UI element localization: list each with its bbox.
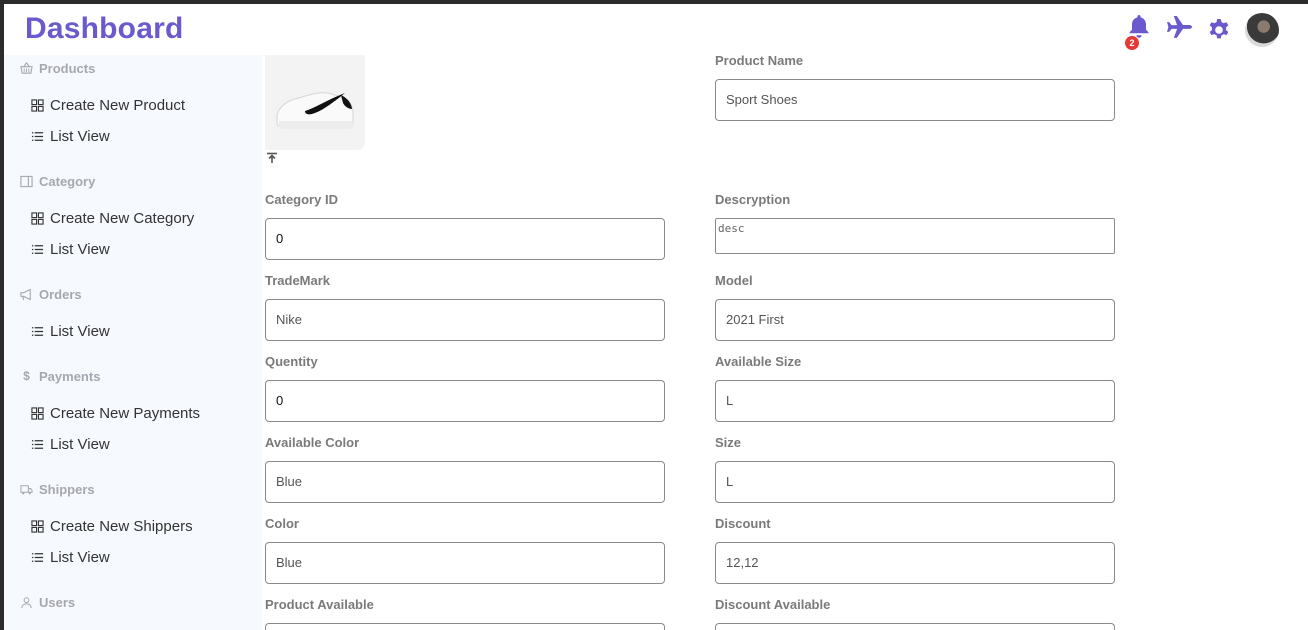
trademark-input[interactable]: Nike [265, 299, 665, 341]
sidebar-item-category-list[interactable]: List View [31, 241, 110, 258]
user-avatar[interactable] [1245, 13, 1279, 47]
sidebar-item-label: Create New Category [50, 210, 195, 227]
sidebar-item-label: List View [50, 323, 110, 340]
product-name-label: Product Name [715, 53, 804, 68]
megaphone-icon [20, 288, 31, 301]
dollar-icon: $ [23, 369, 30, 383]
sidebar-section-label: Shippers [39, 482, 95, 497]
product-available-label: Product Available [265, 597, 374, 612]
list-icon [31, 132, 44, 141]
sidebar-item-payments-list[interactable]: List View [31, 436, 110, 453]
sidebar-section-products[interactable]: Products [20, 61, 95, 76]
category-id-input[interactable]: 0 [265, 218, 665, 260]
sidebar-item-label: List View [50, 128, 110, 145]
sidebar-section-label: Users [39, 595, 76, 610]
list-icon [31, 245, 44, 254]
available-color-label: Available Color [265, 435, 360, 450]
sidebar-item-label: Create New Payments [50, 405, 201, 422]
trademark-label: TradeMark [265, 273, 331, 288]
category-id-label: Category ID [265, 192, 338, 207]
sidebar-section-label: Products [39, 61, 96, 76]
size-label: Size [715, 435, 742, 450]
sidebar-item-products-list[interactable]: List View [31, 128, 110, 145]
sidebar-item-shippers-list[interactable]: List View [31, 549, 110, 566]
window-frame-top [0, 0, 1308, 4]
sidebar-section-orders[interactable]: Orders [20, 287, 82, 302]
description-textarea[interactable]: desc [715, 218, 1115, 254]
model-label: Model [715, 273, 753, 288]
page-title[interactable]: Dashboard [25, 12, 184, 46]
product-available-input[interactable] [265, 623, 665, 630]
color-input[interactable]: Blue [265, 542, 665, 584]
notification-badge: 2 [1125, 36, 1139, 50]
available-size-label: Available Size [715, 354, 802, 369]
model-input[interactable]: 2021 First [715, 299, 1115, 341]
sidebar-item-create-shippers[interactable]: Create New Shippers [31, 518, 193, 535]
sidebar-section-users[interactable]: Users [20, 595, 75, 610]
upload-icon[interactable] [266, 152, 278, 164]
sidebar-section-payments[interactable]: $ Payments [20, 369, 100, 384]
quantity-input[interactable]: 0 [265, 380, 665, 422]
list-icon [31, 440, 44, 449]
sidebar-section-label: Category [39, 174, 96, 189]
grid-icon [31, 520, 44, 533]
discount-label: Discount [715, 516, 771, 531]
list-icon [31, 327, 44, 336]
grid-icon [31, 212, 44, 225]
product-name-input[interactable]: Sport Shoes [715, 79, 1115, 121]
size-input[interactable]: L [715, 461, 1115, 503]
plane-icon[interactable] [1166, 15, 1193, 39]
sidebar-item-label: List View [50, 436, 110, 453]
sidebar-icon [20, 175, 33, 188]
discount-available-input[interactable] [715, 623, 1115, 630]
color-label: Color [265, 516, 299, 531]
sidebar-item-label: List View [50, 549, 110, 566]
grid-icon [31, 99, 44, 112]
sidebar-section-label: Orders [39, 287, 82, 302]
description-label: Descryption [715, 192, 791, 207]
sidebar-item-create-product[interactable]: Create New Product [31, 97, 185, 114]
discount-available-label: Discount Available [715, 597, 831, 612]
available-color-input[interactable]: Blue [265, 461, 665, 503]
sidebar-section-label: Payments [39, 369, 101, 384]
sidebar-item-create-category[interactable]: Create New Category [31, 210, 194, 227]
sidebar-item-orders-list[interactable]: List View [31, 323, 110, 340]
sidebar-section-category[interactable]: Category [20, 174, 95, 189]
user-icon [21, 597, 32, 609]
gear-icon[interactable] [1207, 18, 1231, 42]
sidebar-item-label: Create New Shippers [50, 518, 193, 535]
available-size-input[interactable]: L [715, 380, 1115, 422]
bell-icon[interactable] [1128, 14, 1150, 38]
sidebar-section-shippers[interactable]: Shippers [20, 482, 95, 497]
sidebar-item-label: List View [50, 241, 110, 258]
sidebar-item-label: Create New Product [50, 97, 186, 114]
sidebar-item-create-payments[interactable]: Create New Payments [31, 405, 200, 422]
truck-icon [20, 485, 33, 495]
grid-icon [31, 407, 44, 420]
product-image [265, 55, 365, 150]
discount-input[interactable]: 12,12 [715, 542, 1115, 584]
basket-icon [20, 62, 33, 74]
quantity-label: Quentity [265, 354, 318, 369]
list-icon [31, 553, 44, 562]
